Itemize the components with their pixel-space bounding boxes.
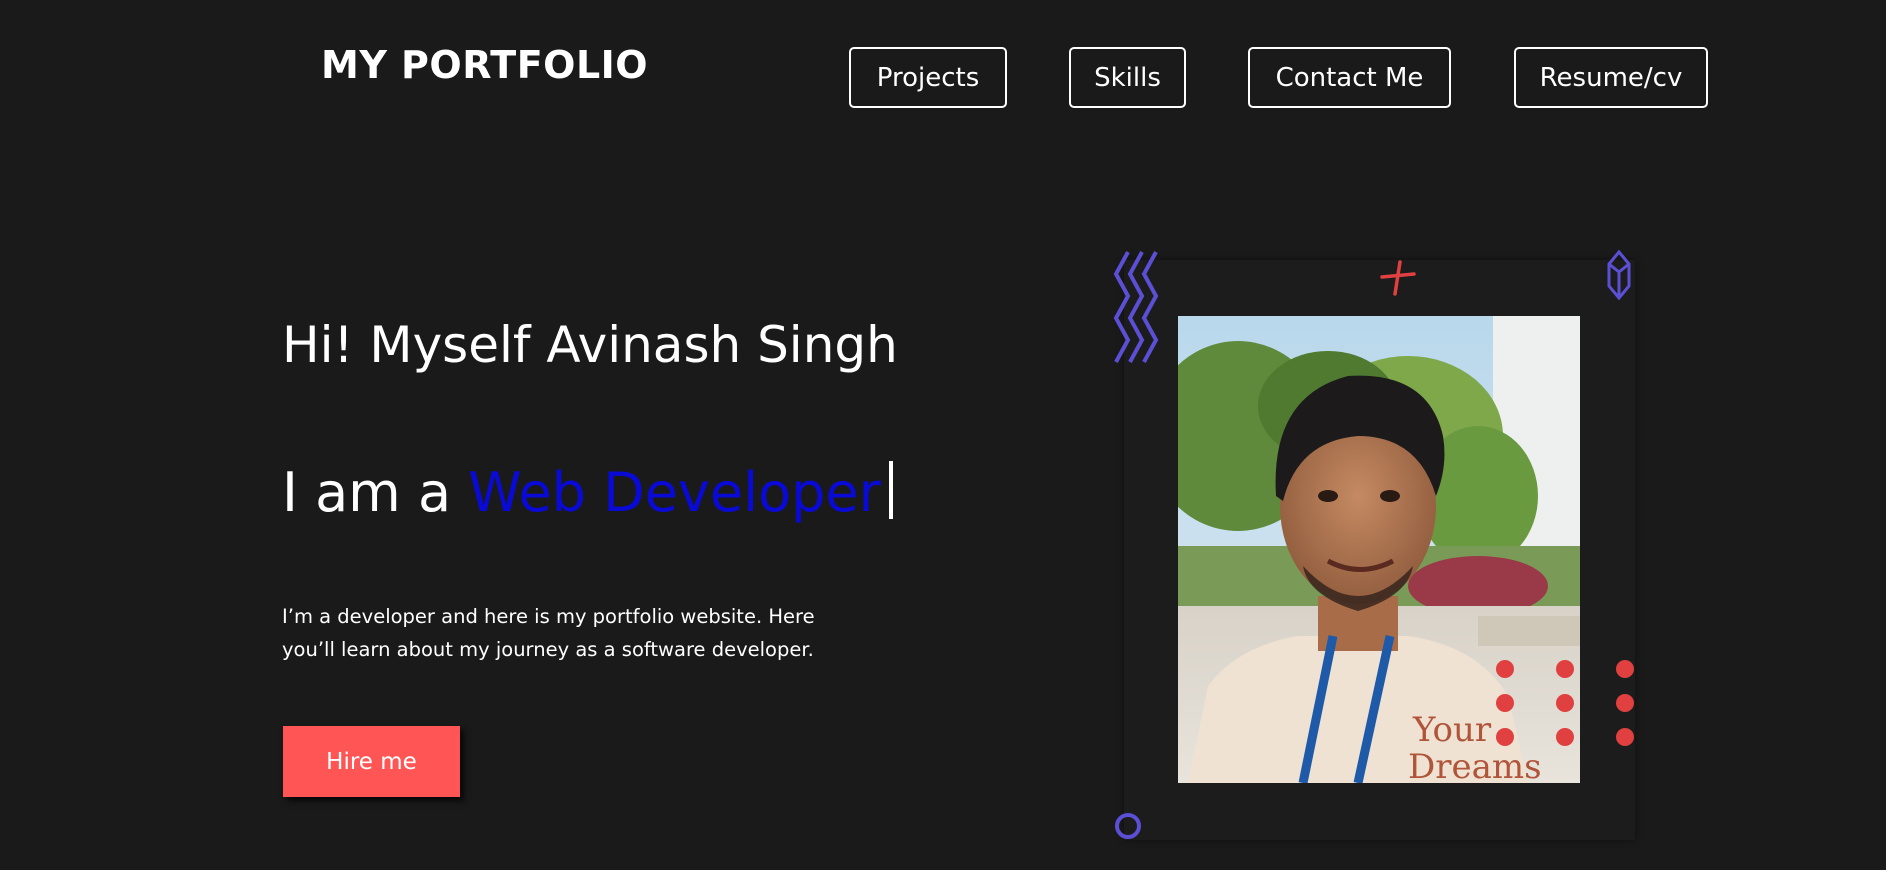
- plus-decoration-icon: [1380, 260, 1416, 296]
- role-highlight: Web Developer: [468, 461, 881, 524]
- circle-decoration-icon: [1115, 813, 1141, 839]
- nav-contact-button[interactable]: Contact Me: [1248, 47, 1451, 108]
- intro-line-1: I’m a developer and here is my portfolio…: [282, 605, 815, 628]
- nav-resume-button[interactable]: Resume/cv: [1514, 47, 1708, 108]
- portfolio-page: MY PORTFOLIO Projects Skills Contact Me …: [0, 0, 1886, 870]
- nav-projects-button[interactable]: Projects: [849, 47, 1007, 108]
- gem-decoration-icon: [1607, 249, 1631, 301]
- hero-intro: I’m a developer and here is my portfolio…: [282, 600, 842, 666]
- role-prefix: I am a: [282, 461, 469, 524]
- hire-me-button[interactable]: Hire me: [283, 726, 460, 797]
- hero-greeting: Hi! Myself Avinash Singh: [282, 316, 898, 374]
- zigzag-decoration-icon: [1113, 251, 1159, 363]
- hero-role: I am a Web Developer: [282, 458, 893, 528]
- hero-decorations: [1113, 249, 1634, 839]
- site-logo[interactable]: MY PORTFOLIO: [321, 40, 648, 90]
- typing-cursor: [888, 461, 893, 519]
- dot-grid-decoration-icon: [1496, 660, 1634, 746]
- nav-skills-button[interactable]: Skills: [1069, 47, 1186, 108]
- intro-line-2: you’ll learn about my journey as a softw…: [282, 638, 814, 661]
